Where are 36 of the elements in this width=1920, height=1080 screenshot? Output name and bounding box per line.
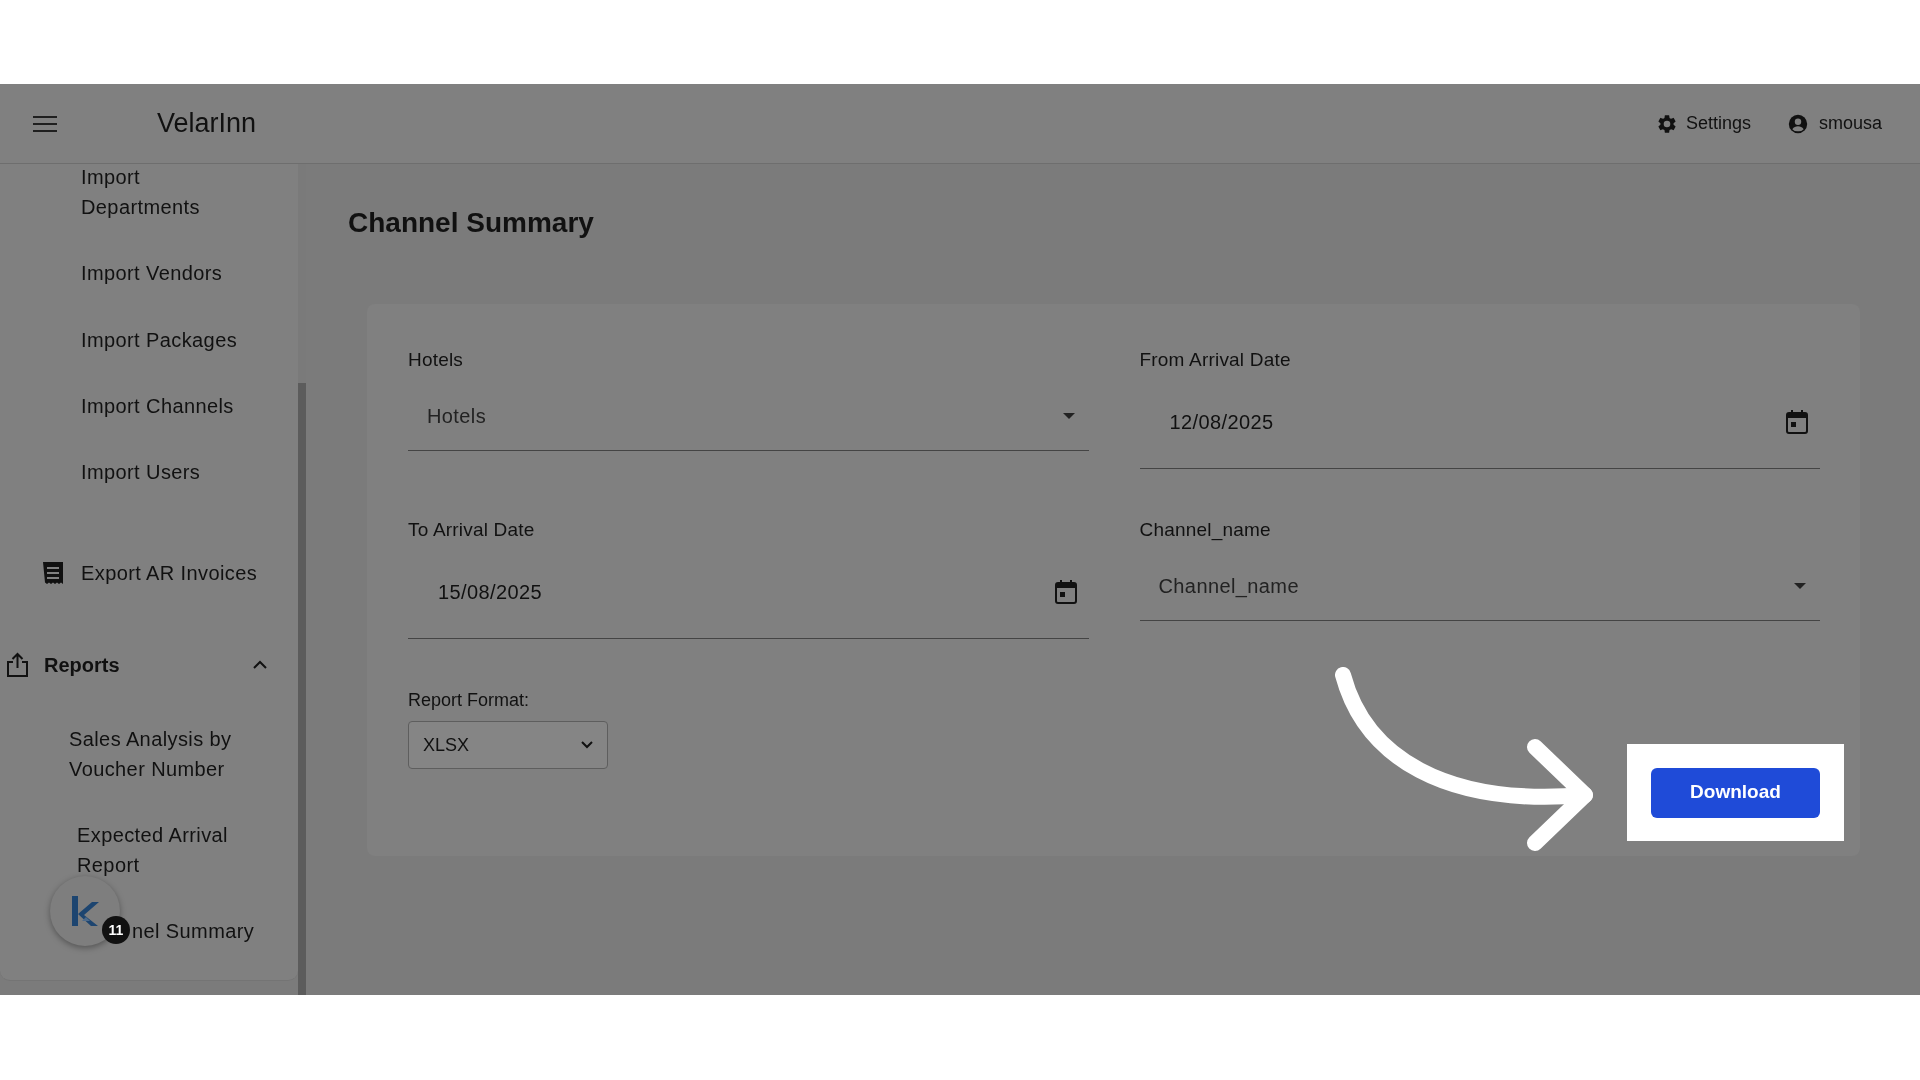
page-title: Channel Summary xyxy=(348,206,595,240)
scrollbar-thumb[interactable] xyxy=(298,383,306,995)
sidebar-item[interactable]: Expected Arrival Report xyxy=(0,820,298,880)
sidebar-item[interactable]: Import Vendors xyxy=(0,258,298,288)
dropdown-icon xyxy=(581,741,593,749)
sidebar-item[interactable]: Import Users xyxy=(0,457,298,487)
receipt-icon xyxy=(42,561,64,585)
app-title: VelarInn xyxy=(157,107,257,141)
dropdown-icon xyxy=(1062,413,1075,419)
reports-section-header[interactable]: Reports xyxy=(0,645,298,685)
sidebar-item[interactable]: nel Summary xyxy=(132,916,255,946)
calendar-icon[interactable] xyxy=(1054,580,1077,604)
field-label: Channel_name xyxy=(1139,519,1272,541)
sidebar-item[interactable]: Sales Analysis by Voucher Number xyxy=(0,724,298,784)
dropdown-field[interactable]: Channel_name xyxy=(1139,552,1820,621)
settings-button[interactable]: Settings xyxy=(1655,110,1751,137)
dropdown-field[interactable]: Hotels xyxy=(408,382,1089,451)
user-icon xyxy=(1786,112,1809,135)
sidebar-item[interactable]: Import Departments xyxy=(0,162,298,222)
menu-icon[interactable] xyxy=(33,114,57,133)
calendar-icon[interactable] xyxy=(1786,410,1808,434)
settings-icon xyxy=(1655,112,1678,135)
sidebar-item[interactable]: Import Packages xyxy=(0,325,298,355)
date-field[interactable]: 15/08/2025 xyxy=(408,552,1089,639)
field-label: From Arrival Date xyxy=(1139,349,1292,371)
download-button[interactable]: Download xyxy=(1651,767,1820,818)
report-format-select[interactable]: XLSX xyxy=(408,721,608,769)
dropdown-icon xyxy=(1794,583,1806,589)
user-button[interactable]: smousa xyxy=(1786,110,1882,137)
field-label: To Arrival Date xyxy=(408,519,536,541)
sidebar-item[interactable]: Export AR Invoices xyxy=(81,558,258,588)
sidebar-item[interactable]: Import Channels xyxy=(0,391,298,421)
field-label: Hotels xyxy=(408,349,465,371)
report-format-label: Report Format: xyxy=(408,689,531,711)
date-field[interactable]: 12/08/2025 xyxy=(1139,382,1820,469)
share-icon xyxy=(6,652,29,678)
